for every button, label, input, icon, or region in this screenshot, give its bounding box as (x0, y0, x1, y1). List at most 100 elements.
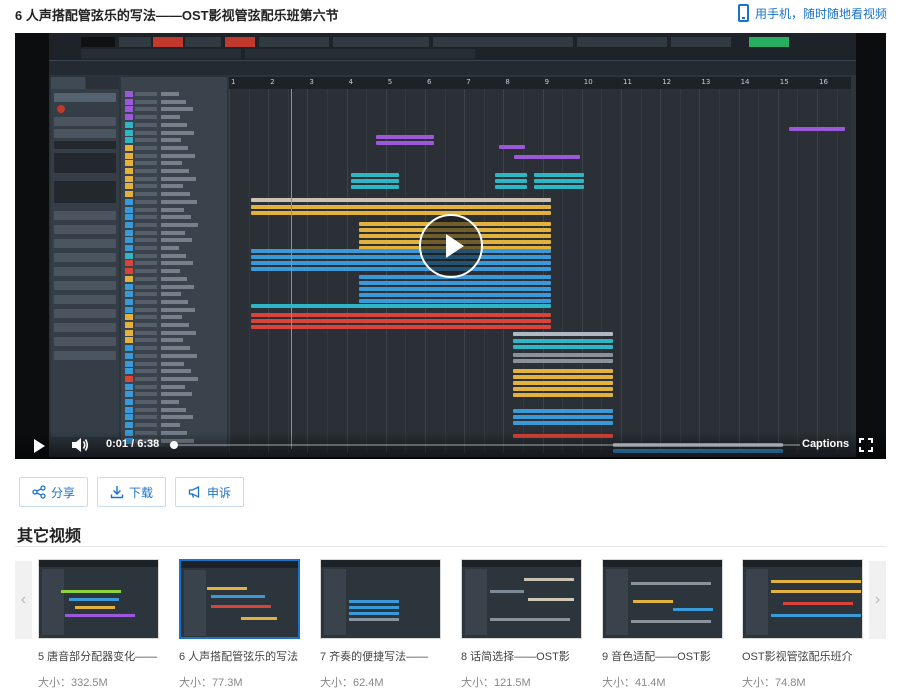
video-thumbnail[interactable] (179, 559, 300, 639)
thumbnail-clip (65, 614, 135, 617)
midi-clip (513, 353, 613, 357)
video-thumbnail[interactable] (461, 559, 582, 639)
download-button[interactable]: 下载 (97, 477, 167, 507)
daw-track-row (121, 214, 227, 221)
thumbnail-clip (524, 578, 574, 581)
chevron-right-icon: › (874, 591, 881, 608)
daw-track-row (121, 260, 227, 267)
video-card-title[interactable]: 5 唐音部分配器变化—— (38, 648, 159, 664)
video-thumbnail[interactable] (742, 559, 863, 639)
daw-track-row (121, 383, 227, 391)
volume-icon[interactable] (71, 437, 89, 453)
ruler-number: 4 (348, 78, 354, 86)
captions-button[interactable]: Captions (802, 438, 849, 450)
thumbnail-clip (241, 617, 277, 620)
grid-line (836, 89, 838, 453)
video-thumbnail[interactable] (602, 559, 723, 639)
share-label: 分享 (51, 485, 76, 500)
video-card[interactable]: 7 齐奏的便捷写法—— 大小：62.4M (320, 559, 441, 690)
carousel-next-button[interactable]: › (869, 561, 886, 639)
thumbnail-toolbar (39, 560, 158, 567)
midi-clip (376, 141, 434, 145)
carousel-prev-button[interactable]: ‹ (15, 561, 32, 639)
grid-line (777, 89, 779, 453)
thumbnail-clip (349, 606, 399, 609)
thumbnail-clip (349, 612, 399, 615)
daw-track-row (121, 137, 227, 144)
thumbnail-toolbar (603, 560, 722, 567)
thumbnail-tracklist (184, 570, 206, 636)
midi-clip (513, 387, 613, 391)
daw-track-row (121, 399, 227, 406)
video-player[interactable]: 1 2 3 4 5 6 7 8 9 10 11 12 13 14 15 16 0:01 / 6:38 Capt… (15, 33, 886, 459)
thumbnail-clip (75, 606, 115, 609)
share-button[interactable]: 分享 (19, 477, 89, 507)
grid-line (640, 89, 642, 453)
daw-track-row (121, 414, 227, 421)
ruler-number: 13 (701, 78, 711, 86)
video-card-title[interactable]: 7 齐奏的便捷写法—— (320, 648, 441, 664)
midi-clip (495, 179, 527, 183)
grid-line (817, 89, 818, 453)
fullscreen-icon[interactable] (859, 438, 873, 452)
daw-ruler: 1 2 3 4 5 6 7 8 9 10 11 12 13 14 15 16 (229, 77, 851, 89)
progress-handle[interactable] (169, 441, 178, 449)
midi-clip (534, 185, 584, 189)
video-actions: 分享 下载 申诉 (19, 477, 245, 507)
player-controls: 0:01 / 6:38 Captions (15, 431, 886, 459)
daw-track-row (121, 345, 227, 352)
size-prefix: 大小： (461, 677, 494, 689)
daw-arrange-window (229, 77, 851, 453)
daw-track-row (121, 198, 227, 206)
thumbnail-clip (207, 587, 247, 590)
daw-track-row (121, 114, 227, 121)
daw-track-row (121, 422, 227, 429)
midi-clip (534, 179, 584, 183)
midi-clip (495, 173, 527, 177)
thumbnail-tracklist (746, 569, 768, 635)
video-card-title[interactable]: OST影视管弦配乐班介 (742, 648, 863, 664)
grid-line (581, 89, 583, 453)
daw-track-row (121, 375, 227, 383)
progress-bar[interactable] (169, 441, 800, 449)
daw-track-row (121, 206, 227, 214)
daw-track-row (121, 221, 227, 229)
mobile-watch-link[interactable]: 用手机，随时随地看视频 (737, 4, 887, 22)
report-button[interactable]: 申诉 (175, 477, 245, 507)
video-card[interactable]: 9 音色适配——OST影 大小：41.4M (602, 559, 723, 690)
video-card-title[interactable]: 9 音色适配——OST影 (602, 648, 723, 664)
video-thumbnail[interactable] (38, 559, 159, 639)
video-card-title[interactable]: 8 话简选择——OST影 (461, 648, 582, 664)
ruler-number: 6 (427, 78, 432, 86)
big-play-button[interactable] (419, 214, 483, 278)
grid-line (562, 89, 564, 453)
thumbnail-clip (783, 602, 853, 605)
daw-track-row (121, 337, 227, 344)
grid-line (621, 89, 622, 453)
video-card-title[interactable]: 6 人声搭配管弦乐的写法 (179, 648, 300, 664)
daw-track-row (121, 91, 227, 98)
video-card[interactable]: 5 唐音部分配器变化—— 大小：332.5M (38, 559, 159, 690)
grid-line (366, 89, 368, 453)
video-card[interactable]: 8 话简选择——OST影 大小：121.5M (461, 559, 582, 690)
grid-line (758, 89, 760, 453)
midi-clip (534, 173, 584, 177)
video-thumbnail[interactable] (320, 559, 441, 639)
thumbnail-clip (211, 595, 265, 598)
ruler-number: 16 (819, 78, 828, 86)
video-card[interactable]: 6 人声搭配管弦乐的写法 大小：77.3M (179, 559, 300, 690)
ruler-number: 9 (544, 78, 550, 86)
thumbnail-clip (771, 614, 861, 617)
daw-track-row (121, 391, 227, 398)
midi-clip (513, 393, 613, 397)
ruler-number: 8 (505, 78, 510, 86)
video-card-size: 大小：74.8M (742, 674, 863, 690)
video-card[interactable]: OST影视管弦配乐班介 大小：74.8M (742, 559, 863, 690)
grid-line (679, 89, 681, 453)
size-prefix: 大小： (742, 677, 775, 689)
play-icon[interactable] (34, 439, 45, 453)
share-icon (32, 485, 46, 499)
size-prefix: 大小： (320, 677, 353, 689)
daw-playhead (291, 89, 292, 449)
thumbnail-toolbar (462, 560, 581, 567)
